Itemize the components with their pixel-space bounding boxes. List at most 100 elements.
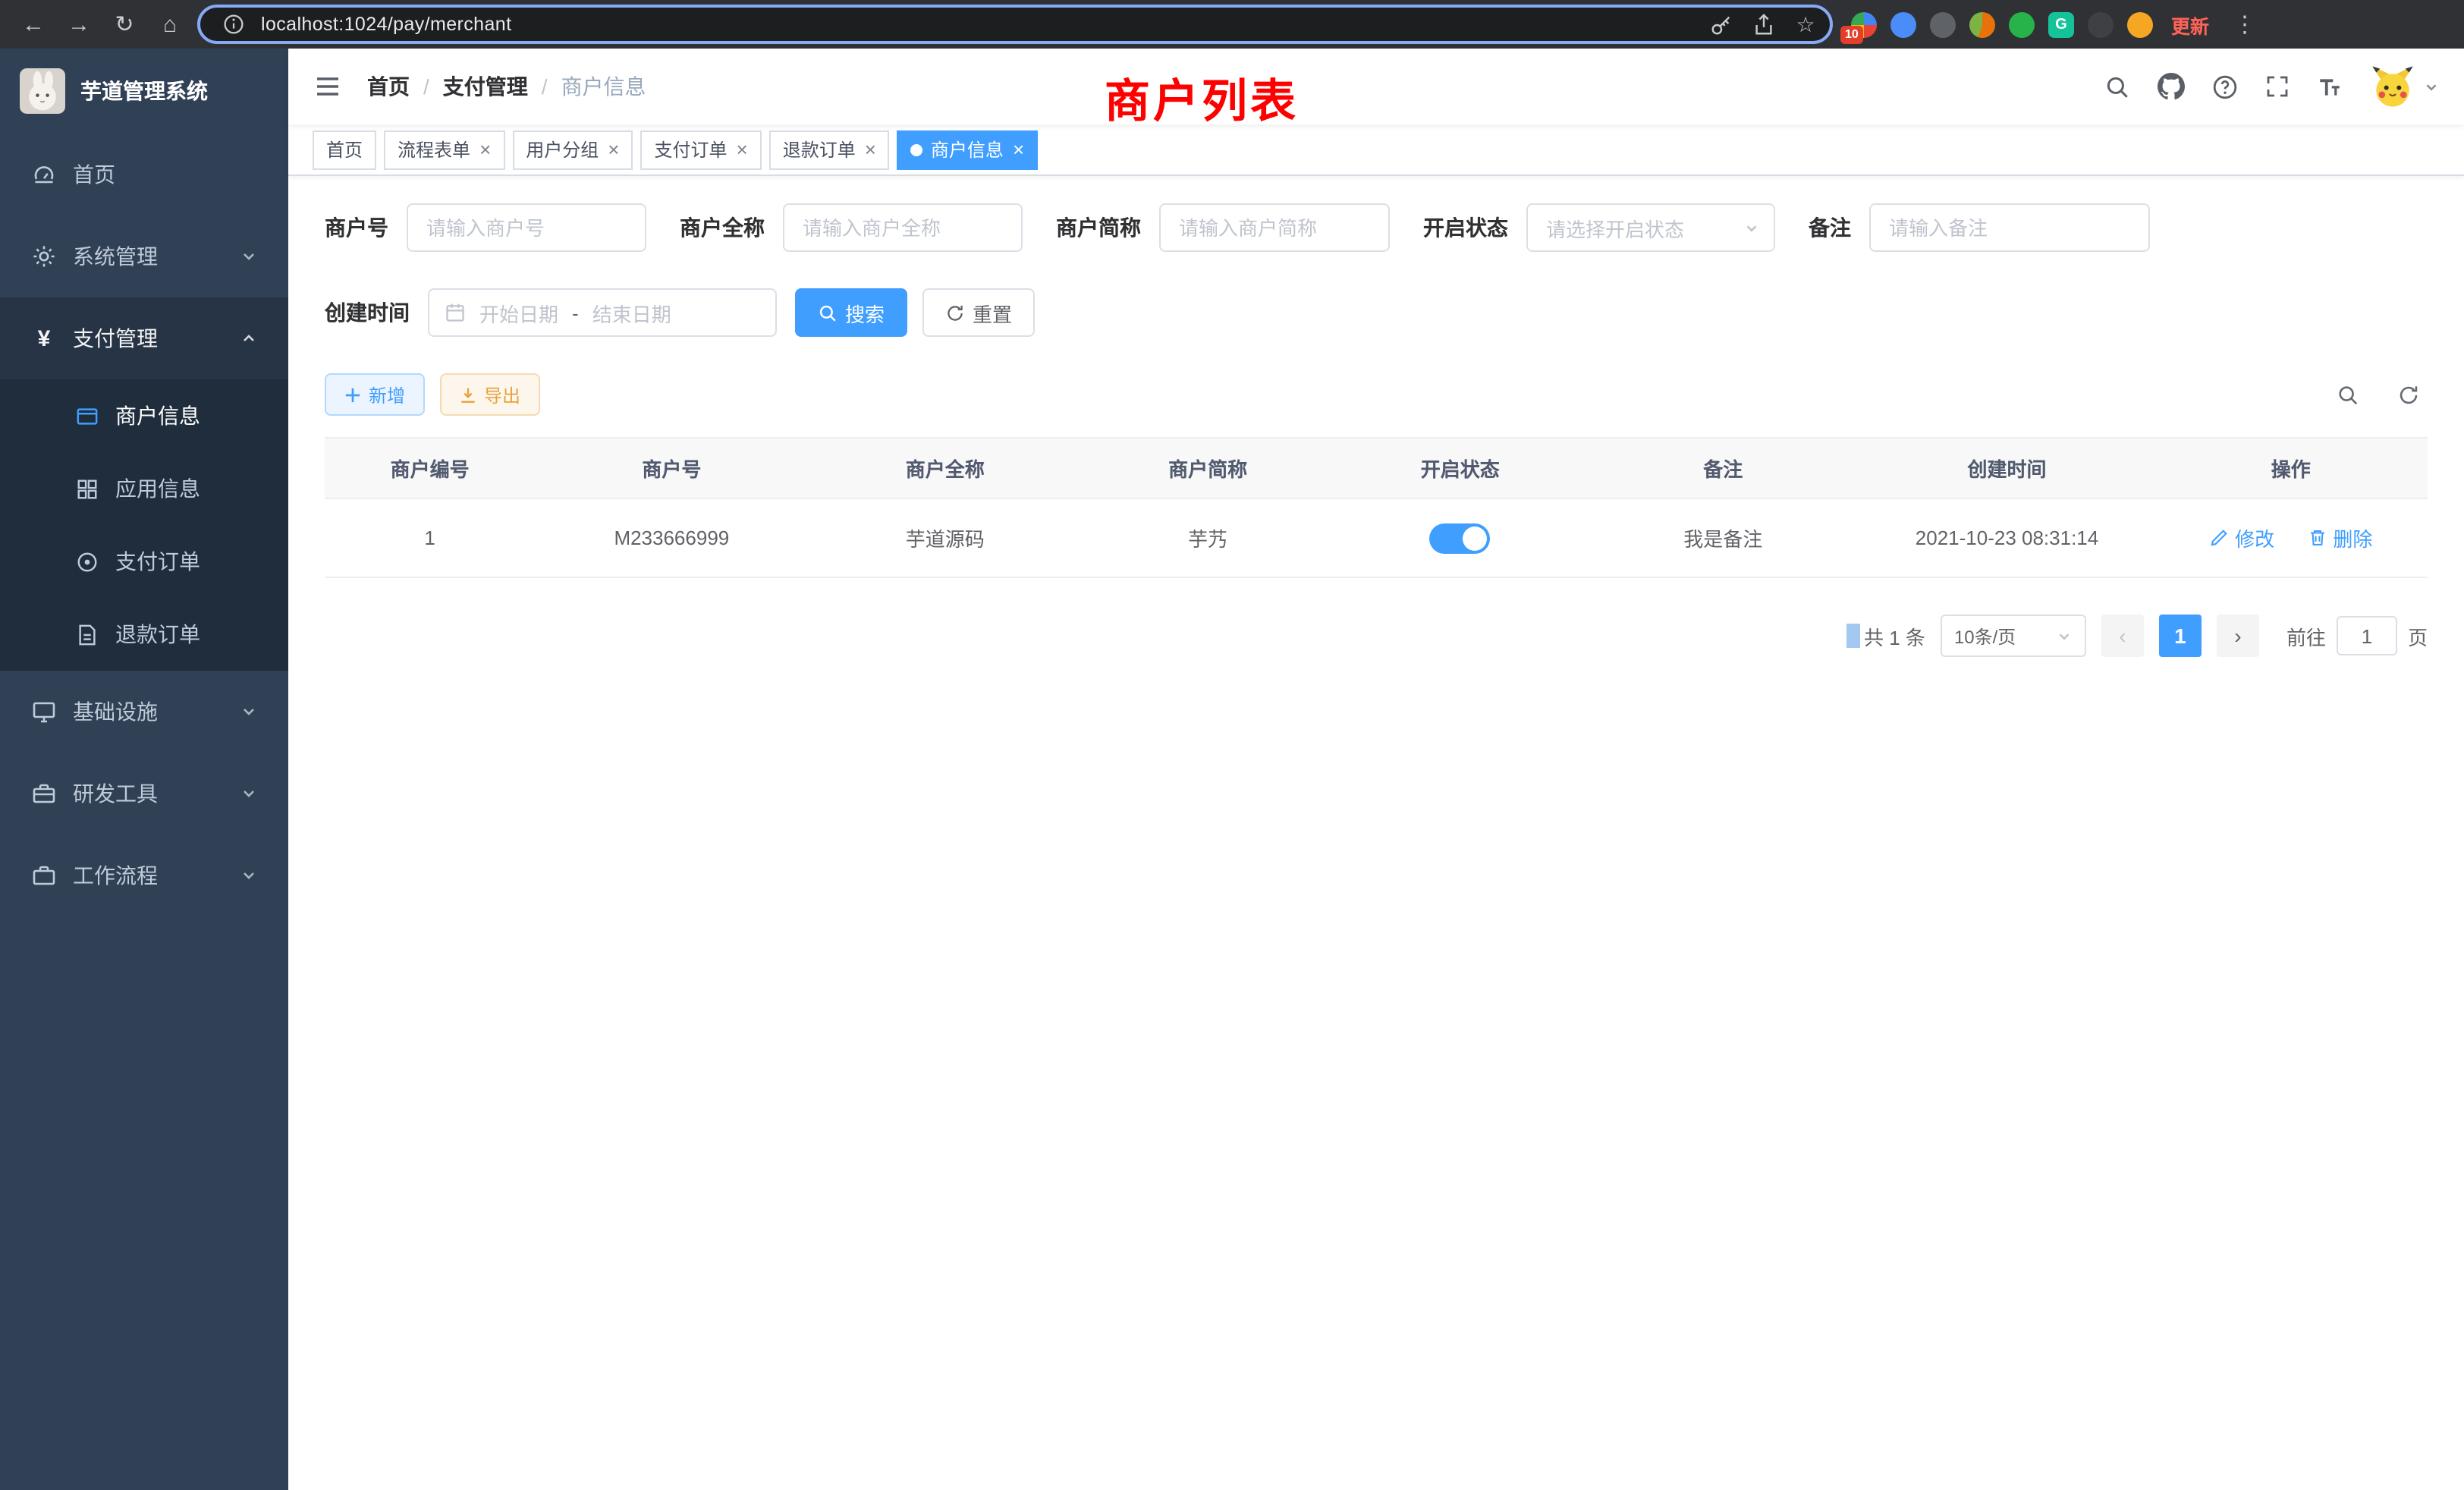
- download-icon: [460, 386, 476, 403]
- search-button[interactable]: 搜索: [795, 288, 907, 337]
- merchant-table: 商户编号 商户号 商户全称 商户简称 开启状态 备注 创建时间 操作 1: [325, 437, 2428, 578]
- browser-menu-icon[interactable]: ⋮: [2227, 11, 2262, 38]
- next-page-button[interactable]: ›: [2217, 615, 2259, 657]
- breadcrumb-home[interactable]: 首页: [367, 71, 410, 102]
- extension-emoji-icon[interactable]: [2127, 11, 2153, 37]
- browser-back-icon[interactable]: ←: [15, 6, 52, 42]
- filter-merchant-name: 商户全称: [680, 203, 1023, 252]
- payment-submenu: 商户信息 应用信息 支付订单: [0, 379, 288, 671]
- site-info-icon[interactable]: [218, 14, 249, 35]
- tab-user-group[interactable]: 用户分组 ×: [512, 130, 633, 169]
- share-icon[interactable]: [1748, 13, 1778, 36]
- hide-search-icon[interactable]: [2327, 375, 2367, 414]
- sidebar-item-home[interactable]: 首页: [0, 134, 288, 215]
- tab-label: 流程表单: [398, 137, 470, 162]
- edit-link[interactable]: 修改: [2209, 523, 2274, 552]
- export-button[interactable]: 导出: [440, 373, 540, 416]
- tab-label: 退款订单: [783, 137, 856, 162]
- sidebar-item-system[interactable]: 系统管理: [0, 215, 288, 297]
- top-navbar: 首页 / 支付管理 / 商户信息: [288, 49, 2464, 124]
- fullscreen-icon[interactable]: [2265, 74, 2290, 99]
- sidebar-item-label: 系统管理: [73, 241, 158, 272]
- page-size-select[interactable]: 10条/页: [1941, 615, 2086, 657]
- sidebar-item-infra[interactable]: 基础设施: [0, 671, 288, 753]
- col-short-name: 商户简称: [1082, 438, 1334, 498]
- sidebar-item-payment[interactable]: ¥ 支付管理: [0, 297, 288, 379]
- merchant-short-input[interactable]: [1159, 203, 1390, 252]
- plus-icon: [344, 386, 361, 403]
- app-frame: 芋道管理系统 首页 系统管理 ¥ 支付管理: [0, 49, 2464, 1490]
- browser-forward-icon[interactable]: →: [61, 6, 97, 42]
- merchant-name-input[interactable]: [783, 203, 1023, 252]
- filter-merchant-no: 商户号: [325, 203, 646, 252]
- refresh-icon: [945, 303, 965, 322]
- browser-reload-icon[interactable]: ↻: [106, 6, 143, 42]
- field-label: 商户全称: [680, 212, 765, 243]
- reset-button[interactable]: 重置: [922, 288, 1035, 337]
- tab-pay-order[interactable]: 支付订单 ×: [640, 130, 761, 169]
- sidebar-item-devtools[interactable]: 研发工具: [0, 753, 288, 835]
- sidebar-item-merchant-info[interactable]: 商户信息: [0, 379, 288, 452]
- password-key-icon[interactable]: [1705, 13, 1736, 36]
- main-area: 首页 / 支付管理 / 商户信息: [288, 49, 2464, 1490]
- tab-refund-order[interactable]: 退款订单 ×: [769, 130, 890, 169]
- status-select[interactable]: 请选择开启状态: [1526, 203, 1775, 252]
- tab-close-icon[interactable]: ×: [865, 140, 876, 159]
- sidebar-collapse-icon[interactable]: [313, 71, 343, 102]
- search-icon[interactable]: [2104, 74, 2130, 99]
- tab-close-icon[interactable]: ×: [479, 140, 491, 159]
- extension-colorful-icon[interactable]: 10: [1851, 11, 1877, 37]
- sidebar: 芋道管理系统 首页 系统管理 ¥ 支付管理: [0, 49, 288, 1490]
- tab-close-icon[interactable]: ×: [608, 140, 619, 159]
- filter-merchant-short: 商户简称: [1056, 203, 1390, 252]
- col-full-name: 商户全称: [809, 438, 1082, 498]
- field-label: 备注: [1809, 212, 1851, 243]
- tab-home[interactable]: 首页: [313, 130, 376, 169]
- remark-input[interactable]: [1869, 203, 2150, 252]
- github-icon[interactable]: [2158, 73, 2185, 100]
- extension-orange-icon[interactable]: [1969, 11, 1995, 37]
- address-bar[interactable]: localhost:1024/pay/merchant ☆: [197, 5, 1833, 44]
- app-logo[interactable]: 芋道管理系统: [0, 49, 288, 134]
- help-icon[interactable]: [2212, 74, 2238, 99]
- sidebar-item-refund-order[interactable]: 退款订单: [0, 598, 288, 671]
- browser-update-button[interactable]: 更新: [2171, 10, 2209, 39]
- refresh-table-icon[interactable]: [2388, 375, 2428, 414]
- bookmark-star-icon[interactable]: ☆: [1790, 11, 1821, 37]
- prev-page-button[interactable]: ‹: [2101, 615, 2144, 657]
- breadcrumb-payment[interactable]: 支付管理: [443, 71, 528, 102]
- sidebar-item-label: 工作流程: [73, 860, 158, 891]
- date-range-picker[interactable]: 开始日期 - 结束日期: [428, 288, 777, 337]
- tab-merchant-info[interactable]: 商户信息 ×: [897, 130, 1038, 169]
- tab-process-form[interactable]: 流程表单 ×: [384, 130, 504, 169]
- search-button-label: 搜索: [845, 298, 885, 327]
- field-label: 开启状态: [1423, 212, 1508, 243]
- sidebar-item-workflow[interactable]: 工作流程: [0, 835, 288, 916]
- extension-blue-icon[interactable]: [1890, 11, 1916, 37]
- chevron-down-icon: [240, 866, 258, 885]
- extension-badge: 10: [1840, 25, 1863, 43]
- trash-icon: [2307, 528, 2327, 548]
- extension-green-circle-icon[interactable]: [2009, 11, 2035, 37]
- tab-close-icon[interactable]: ×: [1013, 140, 1024, 159]
- extension-green-square-icon[interactable]: G: [2048, 11, 2074, 37]
- sidebar-item-app-info[interactable]: 应用信息: [0, 452, 288, 525]
- delete-link[interactable]: 删除: [2307, 523, 2372, 552]
- sidebar-item-label: 研发工具: [73, 778, 158, 809]
- tab-label: 商户信息: [931, 137, 1004, 162]
- merchant-no-input[interactable]: [407, 203, 646, 252]
- filter-row-2: 创建时间 开始日期 - 结束日期 搜索 重置: [325, 288, 2428, 337]
- goto-page-input[interactable]: [2337, 616, 2397, 655]
- add-button[interactable]: 新增: [325, 373, 425, 416]
- sidebar-item-pay-order[interactable]: 支付订单: [0, 525, 288, 598]
- tab-close-icon[interactable]: ×: [737, 140, 748, 159]
- cell-short-name: 芋艿: [1082, 498, 1334, 577]
- extension-dark-icon[interactable]: [1930, 11, 1956, 37]
- browser-home-icon[interactable]: ⌂: [152, 6, 188, 42]
- search-icon: [818, 303, 838, 322]
- page-number-button[interactable]: 1: [2159, 615, 2202, 657]
- status-toggle[interactable]: [1430, 523, 1491, 553]
- user-menu[interactable]: [2370, 64, 2440, 109]
- extension-knot-icon[interactable]: [2088, 11, 2114, 37]
- font-size-icon[interactable]: [2317, 74, 2343, 99]
